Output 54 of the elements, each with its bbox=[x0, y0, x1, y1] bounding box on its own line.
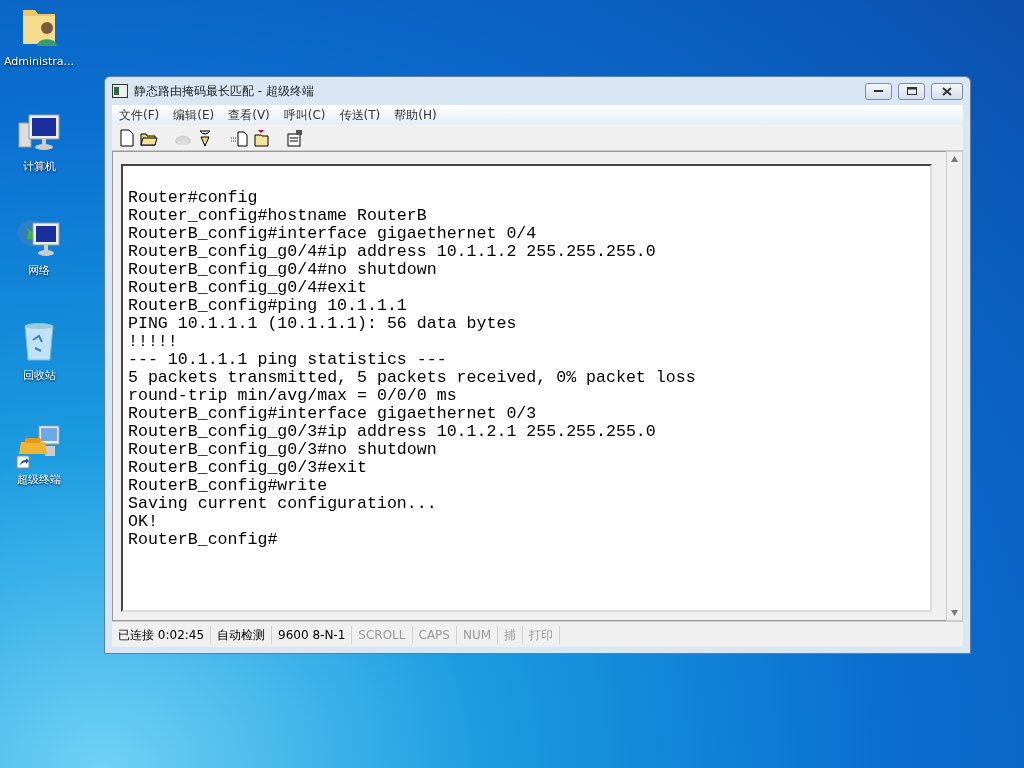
terminal-line: RouterB_config_g0/3#ip address 10.1.2.1 255.255.255.0 bbox=[128, 423, 657, 441]
terminal-app-icon bbox=[112, 84, 128, 98]
status-item: 捕 bbox=[498, 625, 524, 644]
minimize-icon bbox=[874, 89, 883, 93]
terminal-line: RouterB_config_g0/3#no shutdown bbox=[128, 441, 438, 459]
scroll-down-arrow-icon[interactable] bbox=[951, 610, 958, 616]
menu-item[interactable]: 呼叫(C) bbox=[276, 106, 333, 124]
terminal-line: OK! bbox=[128, 513, 159, 531]
terminal-line: round-trip min/avg/max = 0/0/0 ms bbox=[128, 387, 458, 405]
desktop-icon-label[interactable]: Administra... bbox=[4, 54, 74, 71]
terminal-line: RouterB_config#write bbox=[128, 477, 329, 495]
maximize-button[interactable] bbox=[898, 82, 925, 100]
desktop-icon-label[interactable]: 计算机 bbox=[22, 158, 56, 175]
terminal-line: RouterB_config# bbox=[128, 531, 279, 549]
scrollbar[interactable] bbox=[946, 151, 963, 621]
terminal-line: PING 10.1.1.1 (10.1.1.1): 56 data bytes bbox=[128, 315, 518, 333]
terminal-line: RouterB_config_g0/4#no shutdown bbox=[128, 261, 438, 279]
terminal-line: Router#config bbox=[128, 189, 259, 207]
window-title: 静态路由掩码最长匹配 - 超级终端 bbox=[134, 83, 314, 100]
scroll-up-arrow-icon[interactable] bbox=[951, 156, 958, 162]
status-item: 自动检测 bbox=[211, 625, 273, 644]
terminal-line: RouterB_config_g0/4#ip address 10.1.1.2 255.255.255.0 bbox=[128, 243, 657, 261]
terminal-line: Saving current configuration... bbox=[128, 495, 438, 513]
send-file-icon[interactable] bbox=[230, 128, 248, 147]
terminal-line: --- 10.1.1.1 ping statistics --- bbox=[128, 351, 448, 369]
status-item: 已连接 0:02:45 bbox=[112, 625, 212, 644]
terminal-line: RouterB_config_g0/3#exit bbox=[128, 459, 368, 477]
status-item: SCROLL bbox=[352, 625, 413, 644]
terminal-line: Router_config#hostname RouterB bbox=[128, 207, 428, 225]
menu-item[interactable]: 查看(V) bbox=[221, 106, 277, 124]
maximize-icon bbox=[906, 87, 917, 95]
menu-item[interactable]: 传送(T) bbox=[332, 106, 388, 124]
status-item: 打印 bbox=[523, 625, 561, 644]
minimize-button[interactable] bbox=[865, 82, 892, 100]
menu-item[interactable]: 文件(F) bbox=[112, 106, 167, 124]
terminal-line: !!!!! bbox=[128, 333, 179, 351]
terminal-line: RouterB_config#interface gigaethernet 0/3 bbox=[128, 405, 538, 423]
new-file-icon[interactable] bbox=[118, 128, 136, 147]
properties-icon[interactable] bbox=[286, 128, 304, 147]
terminal-line: RouterB_config_g0/4#exit bbox=[128, 279, 368, 297]
desktop-icon-label[interactable]: 网络 bbox=[28, 263, 50, 280]
receive-file-icon[interactable] bbox=[252, 128, 270, 147]
menu-item[interactable]: 编辑(E) bbox=[166, 106, 222, 124]
close-button[interactable] bbox=[931, 82, 963, 100]
terminal-line: 5 packets transmitted, 5 packets received, 0% packet loss bbox=[128, 369, 697, 387]
status-item: 9600 8-N-1 bbox=[272, 625, 353, 644]
status-item: CAPS bbox=[412, 625, 457, 644]
terminal-line: RouterB_config#interface gigaethernet 0/4 bbox=[128, 225, 538, 243]
phone-computer-icon[interactable] bbox=[15, 422, 63, 470]
menu-item[interactable]: 帮助(H) bbox=[387, 106, 444, 124]
status-item: NUM bbox=[456, 625, 499, 644]
terminal-screen[interactable] bbox=[121, 164, 932, 612]
terminal-line: RouterB_config#ping 10.1.1.1 bbox=[128, 297, 408, 315]
close-icon bbox=[942, 86, 952, 96]
